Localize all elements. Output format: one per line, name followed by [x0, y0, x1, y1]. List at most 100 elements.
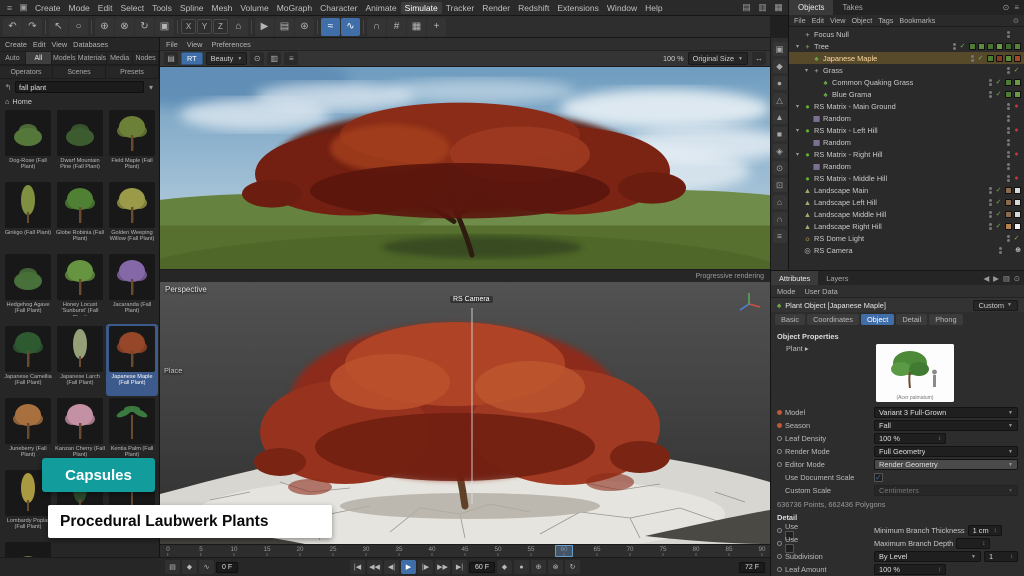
enabled-check-icon[interactable]: ✓: [1012, 66, 1021, 74]
object-row[interactable]: ▾+Tree✓: [789, 40, 1024, 52]
render-pass-dropdown[interactable]: Beauty ▼: [206, 52, 248, 65]
visibility-dots[interactable]: [1007, 235, 1010, 242]
object-row[interactable]: ♠Common Quaking Grass✓: [789, 76, 1024, 88]
keyframe-dot[interactable]: [777, 410, 782, 415]
material-tag-chip[interactable]: [978, 43, 985, 50]
asset-menu-edit[interactable]: Edit: [33, 40, 46, 49]
material-tag-chip[interactable]: [1005, 91, 1012, 98]
asset-tab-models[interactable]: Models: [52, 52, 78, 64]
keyframe-dot[interactable]: [777, 541, 782, 546]
search-input[interactable]: [15, 81, 144, 93]
material-tag-chip[interactable]: [1005, 223, 1012, 230]
om-menu-tags[interactable]: Tags: [878, 16, 893, 25]
home-icon[interactable]: ⌂: [5, 97, 9, 106]
checkbox[interactable]: ✓: [874, 473, 883, 482]
enabled-check-icon[interactable]: ✓: [994, 186, 1003, 194]
om-menu-file[interactable]: File: [794, 16, 806, 25]
redshift-tag-icon[interactable]: ●: [1012, 175, 1021, 182]
filter-icon[interactable]: ▾: [146, 83, 156, 92]
plant-asset-cell[interactable]: Golden Weeping Willow (Fall Plant): [106, 180, 158, 252]
size-dropdown[interactable]: Original Size ▼: [688, 52, 748, 65]
plant-asset-cell[interactable]: Globe Robinia (Fall Plant): [54, 180, 106, 252]
texture-mode-icon[interactable]: ●: [773, 76, 787, 90]
edges-mode-icon[interactable]: ■: [773, 127, 787, 141]
expand-arrow-icon[interactable]: ▾: [794, 151, 801, 158]
menu-character[interactable]: Character: [316, 2, 361, 14]
layout-grid-icon[interactable]: ▦: [772, 2, 785, 13]
timeline-mode-icon[interactable]: ▤: [165, 560, 180, 574]
snap-icon[interactable]: #: [387, 18, 406, 36]
object-row[interactable]: ▾+Grass✓: [789, 64, 1024, 76]
next-key-button[interactable]: ▶▶: [435, 560, 450, 574]
menu-animate[interactable]: Animate: [361, 2, 400, 14]
material-tag-chip[interactable]: [1014, 43, 1021, 50]
plant-asset-cell[interactable]: Japanese Maple (Fall Plant): [106, 324, 158, 396]
keyframe-record-button[interactable]: ◆: [497, 560, 512, 574]
object-row[interactable]: ▦Random: [789, 136, 1024, 148]
history-list-icon[interactable]: ▤: [1003, 274, 1010, 283]
renderview-menu-view[interactable]: View: [187, 40, 203, 49]
visibility-dots[interactable]: [1007, 115, 1010, 122]
modeling-axis-icon[interactable]: +: [427, 18, 446, 36]
record-position-button[interactable]: ⊕: [531, 560, 546, 574]
plant-asset-cell[interactable]: Japanese Camellia (Fall Plant): [2, 324, 54, 396]
history-back-icon[interactable]: ◀: [983, 274, 989, 283]
material-tag-chip[interactable]: [996, 43, 1003, 50]
keyframe-dot[interactable]: [777, 423, 782, 428]
material-tag-chip[interactable]: [1005, 43, 1012, 50]
rt-toggle-button[interactable]: RT: [181, 52, 203, 65]
keyframe-dot[interactable]: [777, 462, 782, 467]
om-menu-bookmarks[interactable]: Bookmarks: [899, 16, 935, 25]
enabled-check-icon[interactable]: ✓: [976, 54, 985, 62]
lock-x-icon[interactable]: X: [181, 19, 196, 34]
object-row[interactable]: ◎RS Camera⊕: [789, 244, 1024, 256]
expand-arrow-icon[interactable]: ▾: [794, 103, 801, 110]
prev-frame-button[interactable]: ◀|: [384, 560, 399, 574]
snap-toggle-icon[interactable]: ⌂: [773, 195, 787, 209]
visibility-dots[interactable]: [989, 91, 992, 98]
custom-dropdown[interactable]: Custom ▼: [973, 300, 1018, 311]
attribute-tab-detail[interactable]: Detail: [896, 314, 927, 325]
main-menu-icon[interactable]: ≡: [3, 3, 16, 13]
dropdown-field[interactable]: By Level▼: [874, 551, 981, 562]
snapshot-icon[interactable]: ⊙: [250, 52, 264, 65]
object-row[interactable]: ▦Random: [789, 112, 1024, 124]
material-tag-chip[interactable]: [987, 55, 994, 62]
asset-tab-media[interactable]: Media: [107, 52, 133, 64]
asset-tab-materials[interactable]: Materials: [78, 52, 107, 64]
dropdown-field[interactable]: Variant 3 Full-Grown▼: [874, 407, 1018, 418]
asset-tab-all[interactable]: All: [26, 52, 52, 64]
compare-icon[interactable]: ▥: [267, 52, 281, 65]
menu-window[interactable]: Window: [603, 2, 641, 14]
plant-asset-cell[interactable]: Hedgehog Agave (Fall Plant): [2, 252, 54, 324]
plant-asset-cell[interactable]: Dwarf Mountain Pine (Fall Plant): [54, 108, 106, 180]
om-search-icon[interactable]: ⊙: [1013, 16, 1019, 25]
grid-icon[interactable]: ▦: [407, 18, 426, 36]
enabled-check-icon[interactable]: ✓: [994, 222, 1003, 230]
menu-select[interactable]: Select: [116, 2, 148, 14]
object-row[interactable]: ♠Blue Grama✓: [789, 88, 1024, 100]
material-tag-chip[interactable]: [1014, 223, 1021, 230]
material-tag-chip[interactable]: [987, 43, 994, 50]
menu-extensions[interactable]: Extensions: [553, 2, 603, 14]
lock-z-icon[interactable]: Z: [213, 19, 228, 34]
enable-axis-icon[interactable]: ⊙: [773, 161, 787, 175]
object-row[interactable]: ▾●RS Matrix - Main Ground●: [789, 100, 1024, 112]
render-view-icon[interactable]: ▶: [255, 18, 274, 36]
visibility-dots[interactable]: [1007, 127, 1010, 134]
attributes-user-data[interactable]: User Data: [805, 287, 838, 296]
lock-y-icon[interactable]: Y: [197, 19, 212, 34]
object-row[interactable]: ▲Landscape Main✓: [789, 184, 1024, 196]
layout-standard-icon[interactable]: ▤: [740, 2, 753, 13]
visibility-dots[interactable]: [1007, 67, 1010, 74]
menu-edit[interactable]: Edit: [94, 2, 117, 14]
layout-split-icon[interactable]: ▥: [756, 2, 769, 13]
object-row[interactable]: +Focus Null: [789, 28, 1024, 40]
render-picture-viewer-icon[interactable]: ▤: [275, 18, 294, 36]
menu-create[interactable]: Create: [31, 2, 65, 14]
attribute-tab-coordinates[interactable]: Coordinates: [807, 314, 859, 325]
material-tag-chip[interactable]: [1014, 79, 1021, 86]
polygons-mode-icon[interactable]: ◈: [773, 144, 787, 158]
attribute-tab-object[interactable]: Object: [861, 314, 894, 325]
material-tag-chip[interactable]: [1014, 187, 1021, 194]
